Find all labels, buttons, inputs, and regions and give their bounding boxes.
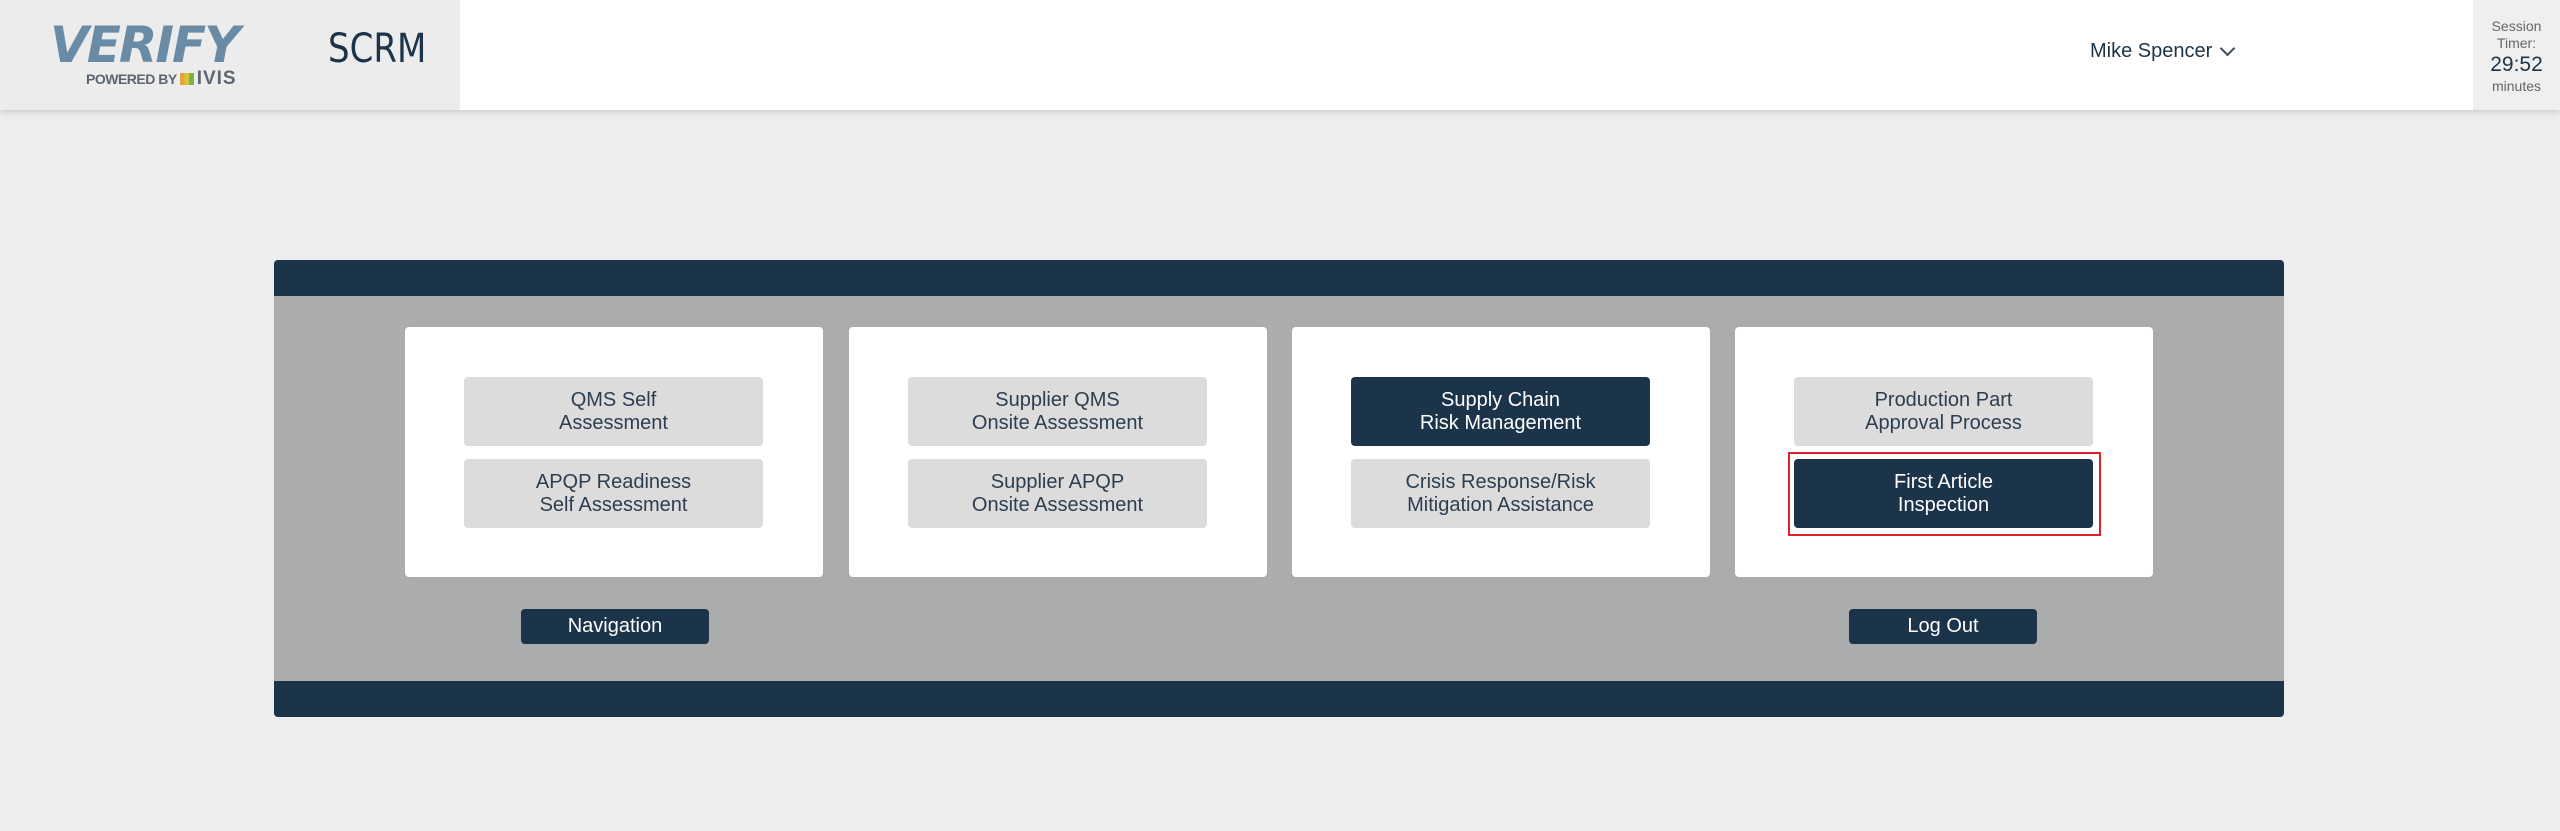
app-name: SCRM [328, 26, 427, 72]
logo-text: VERIFY [50, 16, 240, 74]
main-panel: QMS Self Assessment APQP Readiness Self … [274, 260, 2284, 717]
card-parts: Production Part Approval Process First A… [1735, 327, 2153, 577]
top-header: VERIFY POWERED BY IVIS SCRM Mike Spencer … [0, 0, 2560, 110]
session-timer: Session Timer: 29:52 minutes [2473, 0, 2560, 110]
panel-bottom-band [274, 681, 2284, 717]
timer-value: 29:52 [2490, 53, 2543, 76]
ivis-squares-icon [179, 73, 194, 85]
supplier-apqp-onsite-button[interactable]: Supplier APQP Onsite Assessment [908, 459, 1207, 528]
ivis-brand: IVIS [196, 68, 237, 89]
supplier-qms-onsite-button[interactable]: Supplier QMS Onsite Assessment [908, 377, 1207, 446]
timer-label-1: Session [2491, 18, 2542, 34]
ppap-button[interactable]: Production Part Approval Process [1794, 377, 2093, 446]
panel-top-band [274, 260, 2284, 296]
navigation-button[interactable]: Navigation [521, 609, 709, 644]
user-name: Mike Spencer [2090, 40, 2213, 62]
logo-subtext: POWERED BY IVIS [86, 68, 237, 90]
card-onsite-assessments: Supplier QMS Onsite Assessment Supplier … [849, 327, 1267, 577]
qms-self-assessment-button[interactable]: QMS Self Assessment [464, 377, 763, 446]
verify-logo[interactable]: VERIFY POWERED BY IVIS [48, 16, 278, 90]
crisis-response-button[interactable]: Crisis Response/Risk Mitigation Assistan… [1351, 459, 1650, 528]
card-self-assessments: QMS Self Assessment APQP Readiness Self … [405, 327, 823, 577]
first-article-inspection-button[interactable]: First Article Inspection [1794, 459, 2093, 528]
supply-chain-risk-button[interactable]: Supply Chain Risk Management [1351, 377, 1650, 446]
powered-by-text: POWERED BY [86, 71, 177, 87]
logout-button[interactable]: Log Out [1849, 609, 2037, 644]
user-menu[interactable]: Mike Spencer [2090, 40, 2236, 63]
timer-unit: minutes [2491, 78, 2542, 94]
logo-area: VERIFY POWERED BY IVIS SCRM [0, 0, 460, 110]
chevron-down-icon [2220, 40, 2236, 57]
timer-label-2: Timer: [2496, 35, 2537, 51]
card-risk: Supply Chain Risk Management Crisis Resp… [1292, 327, 1710, 577]
apqp-readiness-button[interactable]: APQP Readiness Self Assessment [464, 459, 763, 528]
